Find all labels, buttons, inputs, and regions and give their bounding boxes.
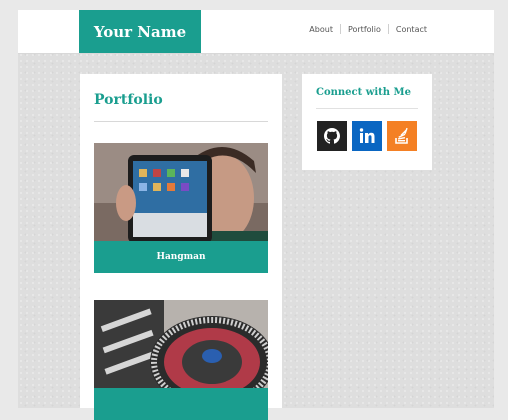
portfolio-item-turntable[interactable]	[94, 300, 268, 420]
portfolio-item-caption	[94, 388, 268, 420]
connect-panel: Connect with Me	[302, 74, 432, 170]
brand-logo[interactable]: Your Name	[79, 10, 201, 53]
stackoverflow-link[interactable]	[387, 121, 417, 151]
portfolio-divider	[94, 121, 268, 122]
github-link[interactable]	[317, 121, 347, 151]
portfolio-panel: Portfolio Hangman	[80, 74, 282, 420]
connect-divider	[316, 108, 418, 109]
portfolio-title: Portfolio	[94, 92, 163, 108]
brand-name: Your Name	[93, 22, 187, 41]
linkedin-icon	[359, 128, 375, 143]
github-icon	[324, 128, 340, 144]
connect-title: Connect with Me	[316, 87, 411, 98]
portfolio-item-caption: Hangman	[94, 241, 268, 273]
portfolio-item-hangman[interactable]: Hangman	[94, 143, 268, 273]
nav-about[interactable]: About	[302, 25, 340, 34]
linkedin-link[interactable]	[352, 121, 382, 151]
site-header: Your Name About Portfolio Contact	[18, 10, 494, 54]
stackoverflow-icon	[395, 127, 408, 144]
nav-portfolio[interactable]: Portfolio	[341, 25, 388, 34]
main-nav: About Portfolio Contact	[302, 24, 434, 34]
nav-contact[interactable]: Contact	[389, 25, 434, 34]
